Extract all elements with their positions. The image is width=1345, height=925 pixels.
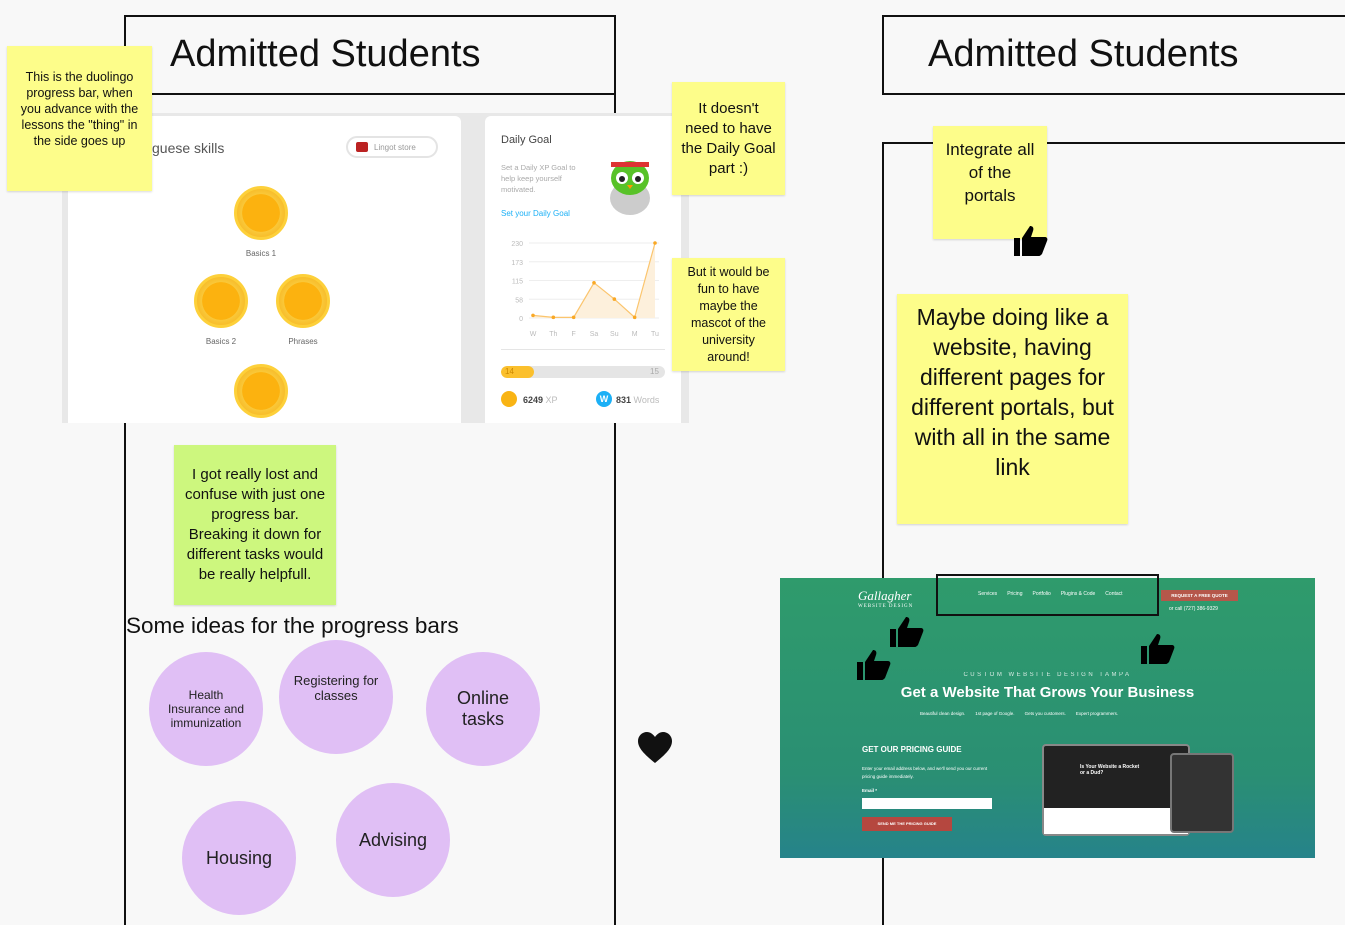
lingot-store-button[interactable]: Lingot store (346, 136, 438, 158)
xp-icon (501, 391, 517, 407)
skill-label: Basics 1 (245, 249, 277, 258)
progress-goal: 15 (650, 367, 659, 376)
sticky-note[interactable]: This is the duolingo progress bar, when … (7, 46, 152, 191)
idea-circle[interactable]: Advising (336, 783, 450, 897)
phone-number: or call (727) 386-9329 (1169, 606, 1218, 612)
skill-label: Basics 2 (205, 337, 237, 346)
x-tick-label: Sa (590, 331, 599, 338)
xp-point (592, 280, 596, 285)
highlight-box (936, 574, 1159, 616)
words-total: 831 Words (616, 395, 660, 405)
skill-phrases[interactable] (276, 274, 330, 328)
daily-goal-title: Daily Goal (501, 134, 552, 146)
sticky-note[interactable]: I got really lost and confuse with just … (174, 445, 336, 605)
hero-checks: Beautiful clean design. 1st page of Goog… (920, 711, 1119, 716)
xp-total: 6249 XP (523, 395, 558, 405)
daily-progress-bar (501, 366, 665, 378)
frame-title: Admitted Students (170, 33, 481, 75)
idea-circle[interactable]: Online tasks (426, 652, 540, 766)
y-tick-label: 173 (511, 260, 523, 267)
frame-border (882, 15, 884, 95)
x-tick-label: Th (549, 331, 557, 338)
daily-goal-card: Daily Goal Set a Daily XP Goal to help k… (485, 116, 681, 423)
x-tick-label: M (632, 331, 638, 338)
xp-line-chart: 230 173 115 58 0 W Th F Sa Su M Tu (511, 241, 659, 338)
y-tick-label: 0 (519, 316, 523, 323)
frame-border (125, 15, 616, 17)
device-mockup: Is Your Website a Rocket or a Dud? (1042, 744, 1190, 836)
ideas-heading: Some ideas for the progress bars (126, 613, 459, 638)
skill-label: Phrases (288, 337, 318, 346)
frame-border (883, 93, 1345, 95)
y-tick-label: 58 (515, 297, 523, 304)
skill-basics-2[interactable] (194, 274, 248, 328)
email-input[interactable] (862, 798, 992, 809)
thumbs-up-icon (890, 617, 924, 647)
tablet-mockup (1170, 753, 1234, 833)
frame-border (883, 15, 1345, 17)
y-tick-label: 115 (512, 279, 523, 286)
frame-title: Admitted Students (928, 33, 1239, 75)
xp-point (632, 315, 637, 320)
idea-circle[interactable]: Health Insurance and immunization (149, 652, 263, 766)
sticky-note[interactable]: Maybe doing like a website, having diffe… (897, 294, 1128, 524)
heart-icon (638, 732, 672, 769)
progress-current: 14 (505, 367, 514, 376)
xp-point (551, 315, 556, 320)
sticky-note[interactable]: It doesn't need to have the Daily Goal p… (672, 82, 785, 195)
sticky-note[interactable]: But it would be fun to have maybe the ma… (672, 258, 785, 371)
duolingo-screenshot: guese skills Lingot store Basics 1 Basic… (62, 113, 689, 423)
pricing-text: Enter your email address below, and we'l… (862, 766, 988, 779)
idea-circle[interactable]: Housing (182, 801, 296, 915)
xp-point (531, 313, 535, 318)
x-tick-label: Su (610, 331, 619, 338)
hero-headline: Get a Website That Grows Your Business (900, 684, 1195, 701)
sticky-note[interactable]: Integrate all of the portals (933, 126, 1047, 239)
words-icon: W (596, 391, 612, 407)
thumbs-up-icon (1014, 226, 1048, 256)
set-daily-goal-link[interactable]: Set your Daily Goal (501, 209, 570, 218)
thumbs-up-icon (857, 650, 891, 680)
quote-button[interactable]: REQUEST A FREE QUOTE (1161, 590, 1238, 601)
store-icon (356, 142, 368, 152)
website-screenshot: Gallagher WEBSITE DESIGN Services Pricin… (780, 578, 1315, 858)
skill-basics-1[interactable] (234, 186, 288, 240)
xp-point (571, 315, 576, 320)
xp-point (612, 297, 617, 301)
y-tick-label: 230 (511, 241, 523, 248)
x-tick-label: F (572, 331, 576, 338)
daily-goal-description: Set a Daily XP Goal to help keep yoursel… (501, 163, 576, 194)
website-logo: Gallagher WEBSITE DESIGN (858, 588, 914, 609)
skill-food[interactable] (234, 364, 288, 418)
chart-divider (501, 349, 665, 350)
idea-circle[interactable]: Registering for classes (279, 640, 393, 754)
xp-point (653, 241, 657, 245)
frame-border (125, 93, 616, 95)
x-tick-label: Tu (651, 331, 659, 338)
owl-mascot-icon (607, 158, 653, 216)
skills-heading: guese skills (152, 140, 225, 156)
pricing-title: GET OUR PRICING GUIDE (862, 745, 962, 754)
email-label: Email * (862, 788, 878, 793)
send-pricing-guide-button[interactable]: SEND ME THE PRICING GUIDE (862, 817, 952, 831)
thumbs-up-icon (1141, 634, 1175, 664)
x-tick-label: W (530, 331, 537, 338)
